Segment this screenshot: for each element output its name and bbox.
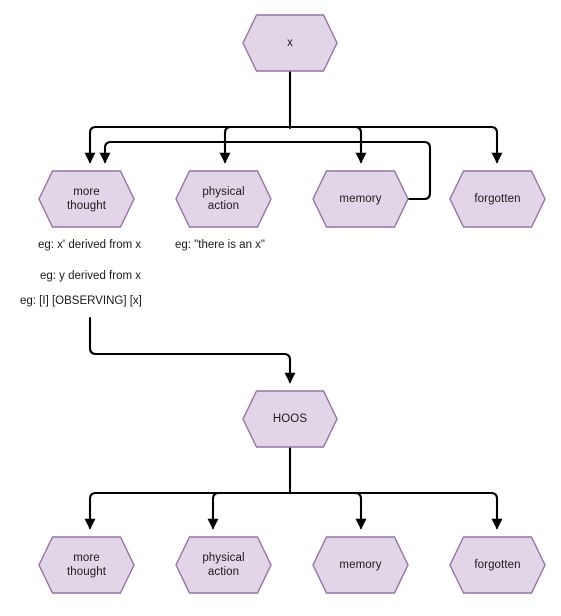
node-top-more-thought[interactable]: more thought xyxy=(38,170,135,228)
node-top-forgotten[interactable]: forgotten xyxy=(449,170,546,228)
edge-hoos-to-more-thought xyxy=(84,491,292,530)
node-top-more-thought-label: more thought xyxy=(66,186,107,212)
node-bottom-memory-label: memory xyxy=(339,559,382,571)
node-top-memory[interactable]: memory xyxy=(312,170,409,228)
node-hoos-label: HOOS xyxy=(272,413,308,425)
edge-x-to-more-thought xyxy=(84,125,292,164)
edge-x-to-physical-action xyxy=(219,125,292,164)
annotation-more-thought-example-1: eg: x' derived from x xyxy=(38,239,142,251)
node-bottom-forgotten-label: forgotten xyxy=(474,559,521,571)
node-bottom-forgotten[interactable]: forgotten xyxy=(449,536,546,594)
edge-layer xyxy=(84,70,503,530)
annotation-observing-example: eg: [I] [OBSERVING] [x] xyxy=(20,295,142,307)
node-top-forgotten-label: forgotten xyxy=(474,193,521,205)
edge-hoos-to-physical-action xyxy=(207,491,292,530)
annotation-more-thought-example-2: eg: y derived from x xyxy=(40,270,141,282)
edge-x-to-forgotten xyxy=(288,125,503,164)
node-hoos[interactable]: HOOS xyxy=(242,390,338,448)
node-bottom-physical-action[interactable]: physical action xyxy=(175,536,272,594)
diagram-canvas: x more thought physical action memory fo xyxy=(0,0,561,616)
edge-x-to-memory xyxy=(288,125,367,164)
node-bottom-more-thought-label: more thought xyxy=(66,552,107,578)
edge-hoos-to-forgotten xyxy=(288,491,503,530)
annotation-physical-action-example: eg: "there is an x" xyxy=(175,239,265,251)
node-top-memory-label: memory xyxy=(339,193,382,205)
node-x-label: x xyxy=(287,37,293,49)
edge-hoos-to-memory xyxy=(288,491,367,530)
node-bottom-more-thought[interactable]: more thought xyxy=(38,536,135,594)
node-top-physical-action-label: physical action xyxy=(202,186,245,212)
edge-observing-to-hoos xyxy=(88,316,296,384)
node-x[interactable]: x xyxy=(242,14,338,72)
node-bottom-physical-action-label: physical action xyxy=(202,552,245,578)
node-top-physical-action[interactable]: physical action xyxy=(175,170,272,228)
node-bottom-memory[interactable]: memory xyxy=(312,536,409,594)
